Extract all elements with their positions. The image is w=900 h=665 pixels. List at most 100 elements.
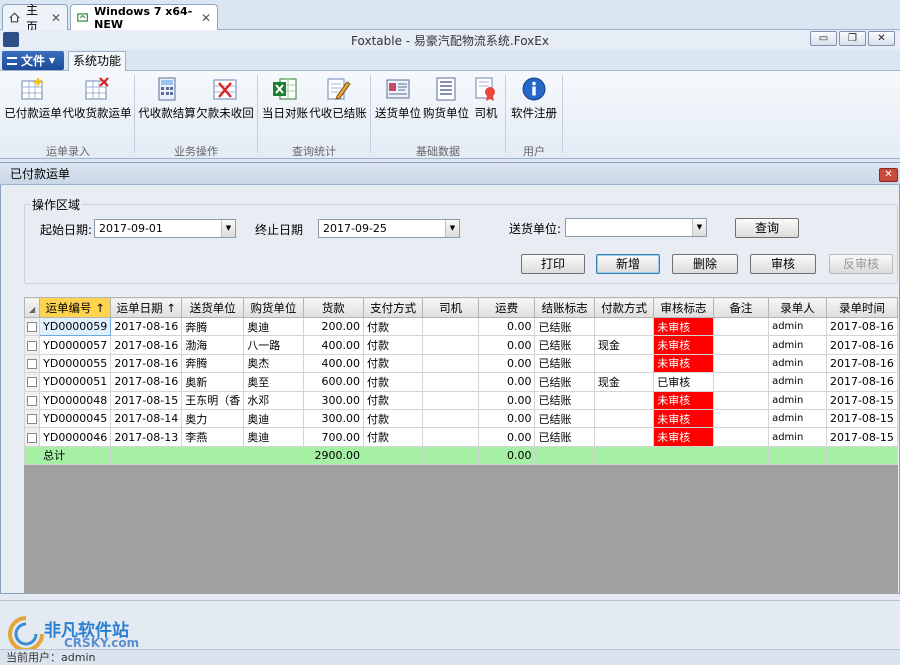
table-cell[interactable]: YD0000059 [39, 316, 112, 337]
table-cell[interactable]: 未审核 [653, 353, 714, 374]
table-cell[interactable]: 300.00 [302, 390, 364, 410]
table-cell[interactable]: admin [768, 335, 827, 355]
chevron-down-icon[interactable]: ▼ [221, 220, 235, 237]
table-cell[interactable]: 奥力 [181, 408, 245, 429]
waybill-grid[interactable]: ◢ 运单编号 ↑ 运单日期 ↑ 送货单位 购货单位 货款 支付方式 司机 运费 结账标志 付款方式… [24, 297, 898, 594]
column-header[interactable]: 运费 [477, 297, 536, 318]
table-cell[interactable] [422, 316, 479, 337]
table-cell[interactable]: 付款 [362, 316, 424, 337]
table-cell[interactable]: 王东明（香 [181, 390, 245, 410]
table-cell[interactable]: YD0000046 [39, 427, 112, 447]
unaudit-button[interactable]: 反审核 [829, 254, 893, 274]
table-cell[interactable] [712, 316, 770, 337]
table-cell[interactable]: 已结账 [534, 372, 595, 392]
table-cell[interactable]: 400.00 [302, 335, 364, 355]
table-row[interactable]: YD0000046 2017-08-13 李燕 奥迪 700.00 付款 0.00 已结账 未审… [24, 427, 898, 447]
ribbon-btn-driver[interactable]: 司机 [472, 76, 500, 132]
checkbox-icon[interactable] [27, 414, 38, 425]
table-cell[interactable]: 0.00 [477, 427, 536, 447]
table-cell[interactable]: 已结账 [534, 335, 595, 355]
column-header[interactable]: 支付方式 [362, 297, 424, 318]
table-cell[interactable]: YD0000045 [39, 408, 112, 429]
file-menu-button[interactable]: 文件 ▼ [2, 51, 64, 70]
start-date-picker[interactable]: 2017-09-01 ▼ [94, 219, 236, 238]
table-cell[interactable]: 水邓 [243, 390, 304, 410]
table-cell[interactable]: 李燕 [181, 427, 245, 447]
row-checkbox[interactable] [24, 372, 41, 392]
table-cell[interactable]: 奥迪 [243, 408, 304, 429]
row-checkbox[interactable] [24, 427, 41, 447]
checkbox-icon[interactable] [27, 432, 38, 443]
table-cell[interactable]: 未审核 [653, 335, 714, 355]
checkbox-icon[interactable] [27, 358, 38, 369]
table-cell[interactable]: 付款 [362, 427, 424, 447]
table-cell[interactable]: 奥杰 [243, 353, 304, 374]
sender-select[interactable]: ▼ [565, 218, 707, 237]
table-cell[interactable]: 2017-08-16 [110, 335, 183, 355]
end-date-picker[interactable]: 2017-09-25 ▼ [318, 219, 460, 238]
table-row[interactable]: YD0000045 2017-08-14 奥力 奥迪 300.00 付款 0.00 已结账 未审… [24, 408, 898, 429]
table-cell[interactable]: 400.00 [302, 353, 364, 374]
table-cell[interactable]: 未审核 [653, 316, 714, 337]
ribbon-btn-sender[interactable]: 送货单位 [375, 76, 421, 132]
column-header[interactable]: 录单时间 [825, 297, 898, 318]
form-close-icon[interactable]: ✕ [879, 168, 898, 182]
print-button[interactable]: 打印 [521, 254, 585, 274]
table-cell[interactable]: 700.00 [302, 427, 364, 447]
table-cell[interactable]: 0.00 [477, 335, 536, 355]
table-cell[interactable]: 0.00 [477, 353, 536, 374]
column-header[interactable]: 付款方式 [593, 297, 655, 318]
table-cell[interactable]: 奔腾 [181, 316, 245, 337]
table-cell[interactable]: 2017-08-16 [110, 316, 183, 337]
table-cell[interactable]: 2017-08-15 [825, 390, 898, 410]
tab-home-close-icon[interactable]: ✕ [51, 11, 61, 25]
table-row[interactable]: YD0000048 2017-08-15 王东明（香 水邓 300.00 付款 0.00 已结… [24, 390, 898, 410]
table-cell[interactable]: admin [768, 427, 827, 447]
table-cell[interactable]: 未审核 [653, 408, 714, 429]
column-header[interactable]: 购货单位 [243, 297, 304, 318]
table-cell[interactable] [712, 408, 770, 429]
ribbon-btn-arrears[interactable]: 欠款未收回 [196, 76, 254, 132]
checkbox-icon[interactable] [27, 395, 38, 406]
table-cell[interactable]: 付款 [362, 372, 424, 392]
table-cell[interactable]: 300.00 [302, 408, 364, 429]
table-cell[interactable]: admin [768, 353, 827, 374]
column-header[interactable]: 录单人 [768, 297, 827, 318]
chevron-down-icon[interactable]: ▼ [445, 220, 459, 237]
table-cell[interactable] [593, 427, 655, 447]
table-cell[interactable]: 现金 [593, 372, 655, 392]
ribbon-btn-cod-waybill[interactable]: 代收货款运单 [63, 76, 132, 132]
column-header[interactable]: 运单日期 ↑ [110, 297, 183, 318]
table-cell[interactable]: admin [768, 408, 827, 429]
close-button[interactable]: ✕ [868, 31, 895, 46]
table-cell[interactable] [712, 353, 770, 374]
table-cell[interactable]: 已结账 [534, 316, 595, 337]
ribbon-btn-cod-settled[interactable]: 代收已结账 [309, 76, 367, 132]
table-cell[interactable]: 渤海 [181, 335, 245, 355]
table-cell[interactable]: 0.00 [477, 408, 536, 429]
table-cell[interactable] [593, 316, 655, 337]
checkbox-icon[interactable] [27, 377, 38, 388]
table-cell[interactable] [422, 335, 479, 355]
table-cell[interactable] [712, 427, 770, 447]
table-cell[interactable]: admin [768, 390, 827, 410]
column-header[interactable]: 审核标志 [653, 297, 714, 318]
table-cell[interactable]: YD0000057 [39, 335, 112, 355]
ribbon-btn-daily-reconcile[interactable]: 当日对账 [262, 76, 308, 132]
minimize-button[interactable]: ▭ [810, 31, 837, 46]
table-cell[interactable]: 0.00 [477, 372, 536, 392]
column-header[interactable]: 备注 [712, 297, 770, 318]
table-cell[interactable]: 未审核 [653, 390, 714, 410]
table-cell[interactable]: 未审核 [653, 427, 714, 447]
ribbon-btn-cod-settle[interactable]: 代收款结算 [138, 76, 196, 132]
table-cell[interactable] [593, 408, 655, 429]
table-cell[interactable]: 2017-08-16 [825, 372, 898, 392]
row-checkbox[interactable] [24, 335, 41, 355]
table-row[interactable]: YD0000051 2017-08-16 奥新 奥至 600.00 付款 0.00 已结账 现金… [24, 372, 898, 392]
ribbon-btn-paid-waybill[interactable]: 已付款运单 [4, 76, 62, 132]
table-row[interactable]: YD0000057 2017-08-16 渤海 八一路 400.00 付款 0.00 已结账现… [24, 335, 898, 355]
table-cell[interactable]: 奥迪 [243, 316, 304, 337]
chevron-down-icon[interactable]: ▼ [692, 219, 706, 236]
table-cell[interactable] [712, 335, 770, 355]
table-cell[interactable]: 2017-08-15 [110, 390, 183, 410]
